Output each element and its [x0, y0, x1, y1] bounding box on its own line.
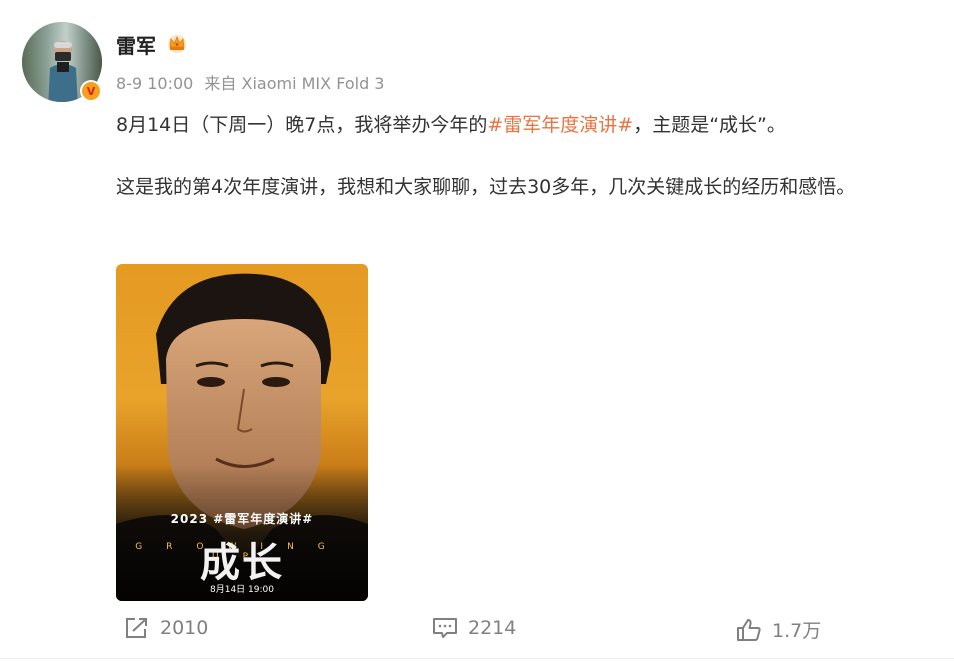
poster-year-line: 2023 #雷军年度演讲# [170, 512, 314, 526]
comment-icon [433, 618, 457, 638]
verified-v-icon: V [82, 82, 100, 100]
share-count: 2010 [160, 617, 209, 639]
paragraph-1: 8月14日（下周一）晚7点，我将举办今年的#雷军年度演讲#，主题是“成长”。 [116, 110, 936, 141]
post-content: 8月14日（下周一）晚7点，我将举办今年的#雷军年度演讲#，主题是“成长”。 这… [116, 110, 936, 203]
poster-date: 8月14日 19:00 [210, 585, 274, 595]
paragraph-2: 这是我的第4次年度演讲，我想和大家聊聊，过去30多年，几次关键成长的经历和感悟。 [116, 176, 856, 198]
poster-title: 成长 [200, 540, 284, 586]
post-source: 来自 Xiaomi MIX Fold 3 [204, 74, 385, 93]
post-actions: 2010 2214 1.7万 [0, 616, 954, 646]
paragraph-1-end: ，主题是“成长”。 [633, 114, 786, 136]
post-image[interactable]: 2023 #雷军年度演讲# GROWING UP 成长 8月14日 19:00 [116, 264, 368, 601]
comment-button[interactable]: 2214 [432, 616, 516, 640]
thumbs-up-icon [737, 618, 761, 641]
share-icon [126, 618, 147, 638]
share-button[interactable]: 2010 [124, 616, 208, 640]
like-count: 1.7万 [772, 620, 822, 642]
divider [0, 658, 954, 659]
post-meta: 8-9 10:00 来自 Xiaomi MIX Fold 3 [116, 70, 391, 94]
author-name[interactable]: 雷军 [116, 30, 156, 59]
verified-badge: V [80, 80, 102, 102]
avatar-person [48, 41, 78, 102]
paragraph-1-start: 8月14日（下周一）晚7点，我将举办今年的 [116, 114, 488, 136]
post-time[interactable]: 8-9 10:00 [116, 74, 193, 93]
comment-count: 2214 [468, 617, 517, 639]
hashtag-link[interactable]: #雷军年度演讲# [487, 114, 633, 136]
like-button[interactable]: 1.7万 [736, 616, 821, 643]
crown-icon[interactable] [166, 33, 188, 53]
